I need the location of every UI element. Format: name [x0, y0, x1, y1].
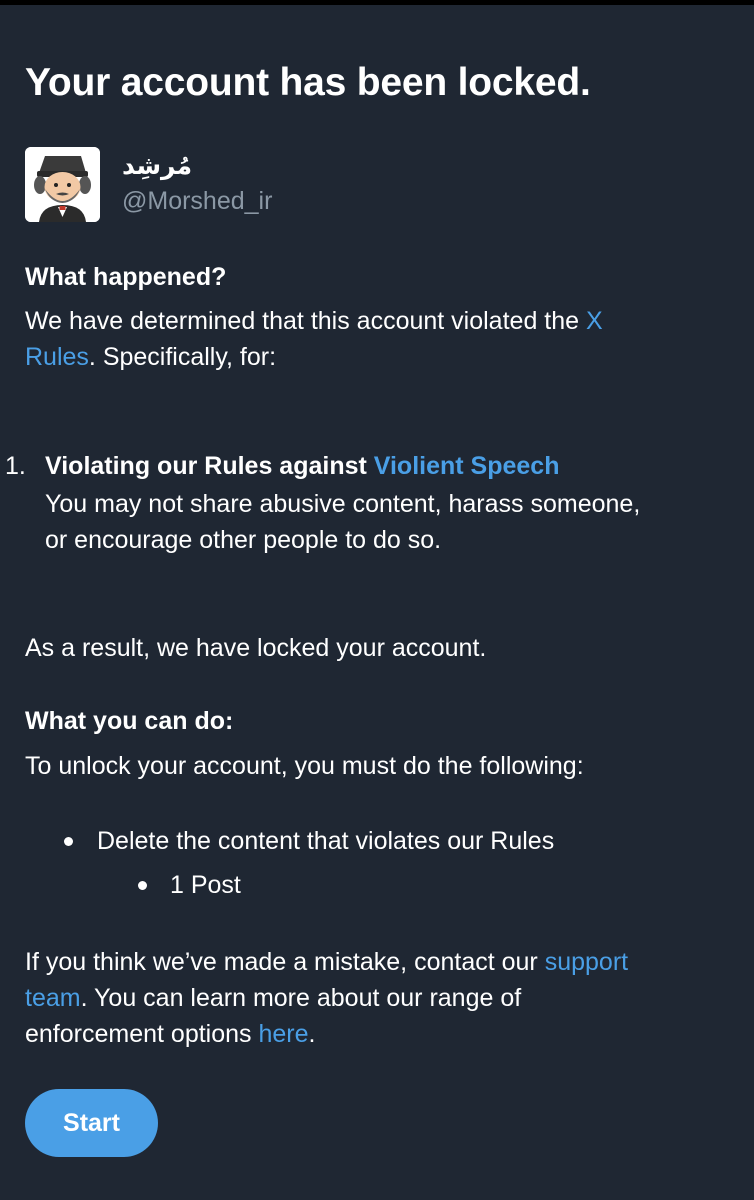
bullet-icon	[64, 837, 73, 846]
footer-text-line2: team. You can learn more about our range…	[25, 980, 521, 1016]
here-link[interactable]: here	[258, 1020, 308, 1048]
what-happened-text-line2: Rules. Specifically, for:	[25, 339, 276, 375]
violation-description-line1: You may not share abusive content, haras…	[45, 490, 641, 518]
action-item-delete-content: Delete the content that violates our Rul…	[97, 827, 555, 855]
support-team-link[interactable]: team	[25, 984, 81, 1012]
violation-description-line2: or encourage other people to do so.	[45, 526, 442, 554]
violation-title: Violating our Rules against Violient Spe…	[45, 448, 559, 484]
bullet-icon	[138, 881, 147, 890]
rules-link[interactable]: Rules	[25, 343, 89, 371]
locked-account-page: Your account has been locked. مُرشِد @Mo…	[0, 5, 754, 1200]
what-you-can-do-text: To unlock your account, you must do the …	[25, 752, 584, 780]
footer-period: .	[308, 1020, 316, 1048]
footer-text: If you think we’ve made a mistake, conta…	[25, 948, 545, 976]
what-you-can-do-heading: What you can do:	[25, 707, 234, 735]
footer-text-line3: enforcement options here.	[25, 1016, 315, 1052]
what-happened-text-suffix: . Specifically, for:	[88, 343, 277, 371]
start-button[interactable]: Start	[25, 1089, 158, 1157]
footer-text-line1: If you think we’ve made a mistake, conta…	[25, 944, 628, 980]
footer-text-suffix: . You can learn more about our range of	[80, 984, 522, 1012]
display-name: مُرشِد	[122, 151, 193, 180]
avatar-image	[25, 147, 100, 222]
what-happened-text-line1: We have determined that this account vio…	[25, 303, 603, 339]
avatar	[25, 147, 100, 222]
violation-number: 1.	[5, 452, 26, 480]
what-happened-heading: What happened?	[25, 263, 227, 291]
what-happened-text: We have determined that this account vio…	[25, 307, 586, 335]
user-handle: @Morshed_ir	[122, 187, 273, 215]
violation-title-text: Violating our Rules against	[45, 452, 374, 480]
result-text: As a result, we have locked your account…	[25, 634, 487, 662]
violent-speech-link[interactable]: Violient Speech	[374, 452, 560, 480]
support-link[interactable]: support	[545, 948, 628, 976]
action-subitem-post-count: 1 Post	[170, 871, 241, 899]
page-title: Your account has been locked.	[25, 61, 591, 104]
enforcement-options-text: enforcement options	[25, 1020, 259, 1048]
x-rules-link[interactable]: X	[586, 307, 603, 335]
